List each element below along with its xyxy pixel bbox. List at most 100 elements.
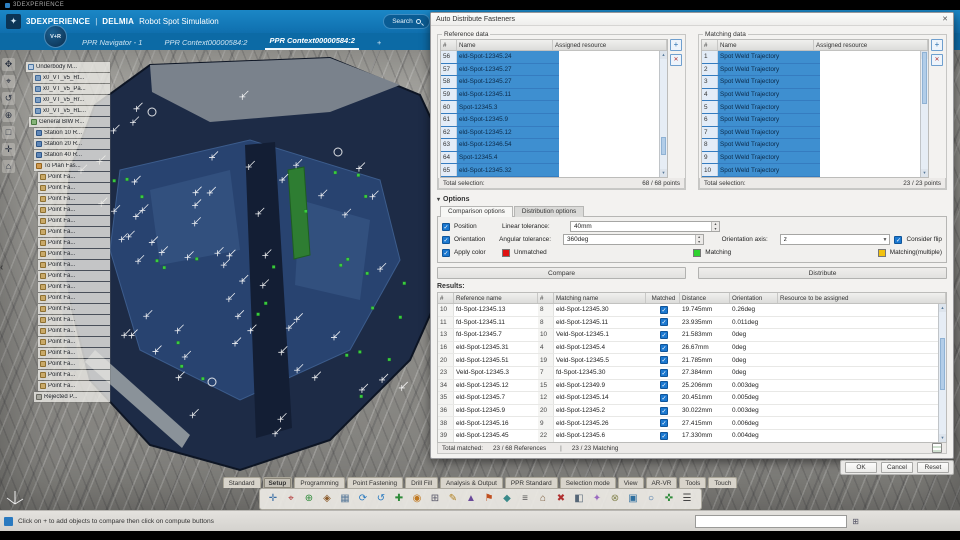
results-row[interactable]: 39eld-Spot-12345.4522eld-Spot-12345.6✓17… (438, 430, 946, 442)
table-row[interactable]: 5Spot Weld Trajectory (702, 101, 820, 114)
column-header-number[interactable]: # (702, 40, 718, 50)
results-row[interactable]: 34eld-Spot-12345.1215eld-Spot-12349.9✓25… (438, 380, 946, 393)
ribbon-tool-icon-3[interactable]: ⊕ (302, 491, 317, 507)
table-row[interactable]: 1Spot Weld Trajectory (702, 51, 820, 64)
ribbon-tab-ppr-standard[interactable]: PPR Standard (505, 477, 558, 488)
matched-checkbox[interactable]: ✓ (660, 407, 668, 415)
column-header-ref-number[interactable]: # (438, 293, 454, 303)
ribbon-tool-icon-2[interactable]: ⌖ (284, 491, 299, 507)
scroll-down-icon[interactable]: ▼ (660, 169, 667, 177)
tree-item[interactable]: Point Fa... (38, 216, 110, 226)
document-tab[interactable]: PPR Navigator - 1 (78, 37, 146, 50)
results-row[interactable]: 10fd-Spot-12345.138eld-Spot-12345.30✓19.… (438, 304, 946, 317)
view-tool-icon-7[interactable]: ⌂ (2, 160, 15, 173)
matched-checkbox[interactable]: ✓ (660, 394, 668, 402)
results-row[interactable]: 36eld-Spot-12345.920eld-Spot-12345.2✓30.… (438, 405, 946, 418)
dialog-titlebar[interactable]: Auto Distribute Fasteners ✕ (431, 13, 953, 26)
ribbon-tab-view[interactable]: View (618, 477, 644, 488)
column-header-matching-name[interactable]: Matching name (554, 293, 646, 303)
remove-reference-button[interactable]: ✕ (670, 54, 682, 66)
tree-item[interactable]: x0_VT_v5_Rr... (33, 95, 110, 105)
linear-tolerance-input[interactable]: 40mm ▲ ▼ (570, 221, 720, 232)
view-tool-icon-2[interactable]: ⌖ (2, 75, 15, 88)
add-reference-button[interactable]: + (670, 39, 682, 51)
matched-checkbox[interactable]: ✓ (660, 306, 668, 314)
tree-item[interactable]: Point Fa... (38, 282, 110, 292)
table-row[interactable]: 60Spot-12345.3 (441, 101, 559, 114)
matched-checkbox[interactable]: ✓ (660, 369, 668, 377)
table-row[interactable]: 62eld-Spot-12345.12 (441, 127, 559, 140)
ribbon-tool-icon-18[interactable]: ◧ (572, 491, 587, 507)
ribbon-tab-selection-mode[interactable]: Selection mode (560, 477, 616, 488)
ribbon-tool-icon-23[interactable]: ✜ (662, 491, 677, 507)
tree-item[interactable]: Underbody M... (26, 62, 110, 72)
ribbon-tab-ar-vr[interactable]: AR-VR (646, 477, 678, 488)
tree-item[interactable]: Point Fa... (38, 337, 110, 347)
angular-tolerance-input[interactable]: 360deg ▲ ▼ (563, 234, 704, 245)
grid-icon[interactable]: ⊞ (852, 517, 859, 526)
table-row[interactable]: 9Spot Weld Trajectory (702, 152, 820, 165)
scroll-down-icon[interactable]: ▼ (921, 169, 928, 177)
results-row[interactable]: 35eld-Spot-12345.712eld-Spot-12345.14✓20… (438, 392, 946, 405)
ribbon-tool-icon-7[interactable]: ↺ (374, 491, 389, 507)
view-tool-icon-1[interactable]: ✥ (2, 58, 15, 71)
table-row[interactable]: 3Spot Weld Trajectory (702, 76, 820, 89)
ribbon-tool-icon-13[interactable]: ⚑ (482, 491, 497, 507)
column-header-orientation[interactable]: Orientation (730, 293, 778, 303)
table-row[interactable]: 8Spot Weld Trajectory (702, 139, 820, 152)
ribbon-tool-icon-9[interactable]: ◉ (410, 491, 425, 507)
ribbon-tab-analysis-output[interactable]: Analysis & Output (440, 477, 503, 488)
scrollbar-thumb[interactable] (940, 338, 945, 390)
table-row[interactable]: 64Spot-12345.4 (441, 152, 559, 165)
column-header-resource[interactable]: Assigned resource (814, 40, 928, 50)
column-header-matched[interactable]: Matched (646, 293, 680, 303)
column-header-reference-name[interactable]: Reference name (454, 293, 538, 303)
tree-item[interactable]: Point Fa... (38, 381, 110, 391)
results-row[interactable]: 20eld-Spot-12345.5119Veld-Spot-12345.5✓2… (438, 354, 946, 367)
ribbon-tool-icon-24[interactable]: ☰ (680, 491, 695, 507)
table-row[interactable]: 2Spot Weld Trajectory (702, 64, 820, 77)
ok-button[interactable]: OK (845, 462, 877, 473)
tree-item[interactable]: Point Fa... (38, 304, 110, 314)
column-header-resource-assigned[interactable]: Resource to be assigned (778, 293, 946, 303)
table-row[interactable]: 63eld-Spot-12346.54 (441, 139, 559, 152)
ribbon-tool-icon-1[interactable]: ✛ (266, 491, 281, 507)
matched-checkbox[interactable]: ✓ (660, 356, 668, 364)
compass-icon[interactable]: ✦ (6, 14, 21, 29)
results-row[interactable]: 11fd-Spot-12345.118eld-Spot-12345.11✓23.… (438, 317, 946, 330)
tree-item[interactable]: Point Fa... (38, 205, 110, 215)
export-results-icon[interactable] (932, 443, 942, 453)
tree-item[interactable]: Rejected P... (34, 392, 110, 402)
ribbon-tool-icon-11[interactable]: ✎ (446, 491, 461, 507)
ribbon-tab-setup[interactable]: Setup (263, 477, 293, 488)
document-tab[interactable]: + (373, 37, 385, 50)
tree-item[interactable]: To Plan Fas... (34, 161, 110, 171)
tree-item[interactable]: Point Fa... (38, 348, 110, 358)
tree-item[interactable]: Point Fa... (38, 227, 110, 237)
tree-item[interactable]: Station 20 R... (34, 139, 110, 149)
position-checkbox[interactable]: ✓ (442, 223, 450, 231)
ribbon-tool-icon-15[interactable]: ≡ (518, 491, 533, 507)
tree-item[interactable]: Point Fa... (38, 370, 110, 380)
tree-item[interactable]: Point Fa... (38, 326, 110, 336)
view-tool-icon-3[interactable]: ↺ (2, 92, 15, 105)
cancel-button[interactable]: Cancel (881, 462, 913, 473)
scrollbar-thumb[interactable] (922, 52, 927, 104)
ribbon-tab-tools[interactable]: Tools (679, 477, 706, 488)
ribbon-tab-point-fastening[interactable]: Point Fastening (347, 477, 403, 488)
scrollbar-thumb[interactable] (661, 137, 666, 155)
results-row[interactable]: 13fd-Spot-12345.710Veld-Spot-12345.1✓21.… (438, 329, 946, 342)
add-matching-button[interactable]: + (931, 39, 943, 51)
results-row[interactable]: 38eld-Spot-12345.169eld-Spot-12345.26✓27… (438, 417, 946, 430)
tree-item[interactable]: Point Fa... (38, 249, 110, 259)
column-header-number[interactable]: # (441, 40, 457, 50)
ribbon-tab-touch[interactable]: Touch (708, 477, 737, 488)
table-row[interactable]: 4Spot Weld Trajectory (702, 89, 820, 102)
ribbon-tab-drill-fill[interactable]: Drill Fill (405, 477, 438, 488)
view-tool-icon-4[interactable]: ⊕ (2, 109, 15, 122)
distribute-button[interactable]: Distribute (698, 267, 947, 279)
ribbon-tool-icon-14[interactable]: ◆ (500, 491, 515, 507)
column-header-resource[interactable]: Assigned resource (553, 40, 667, 50)
ribbon-tool-icon-6[interactable]: ⟳ (356, 491, 371, 507)
ribbon-tool-icon-5[interactable]: ▦ (338, 491, 353, 507)
